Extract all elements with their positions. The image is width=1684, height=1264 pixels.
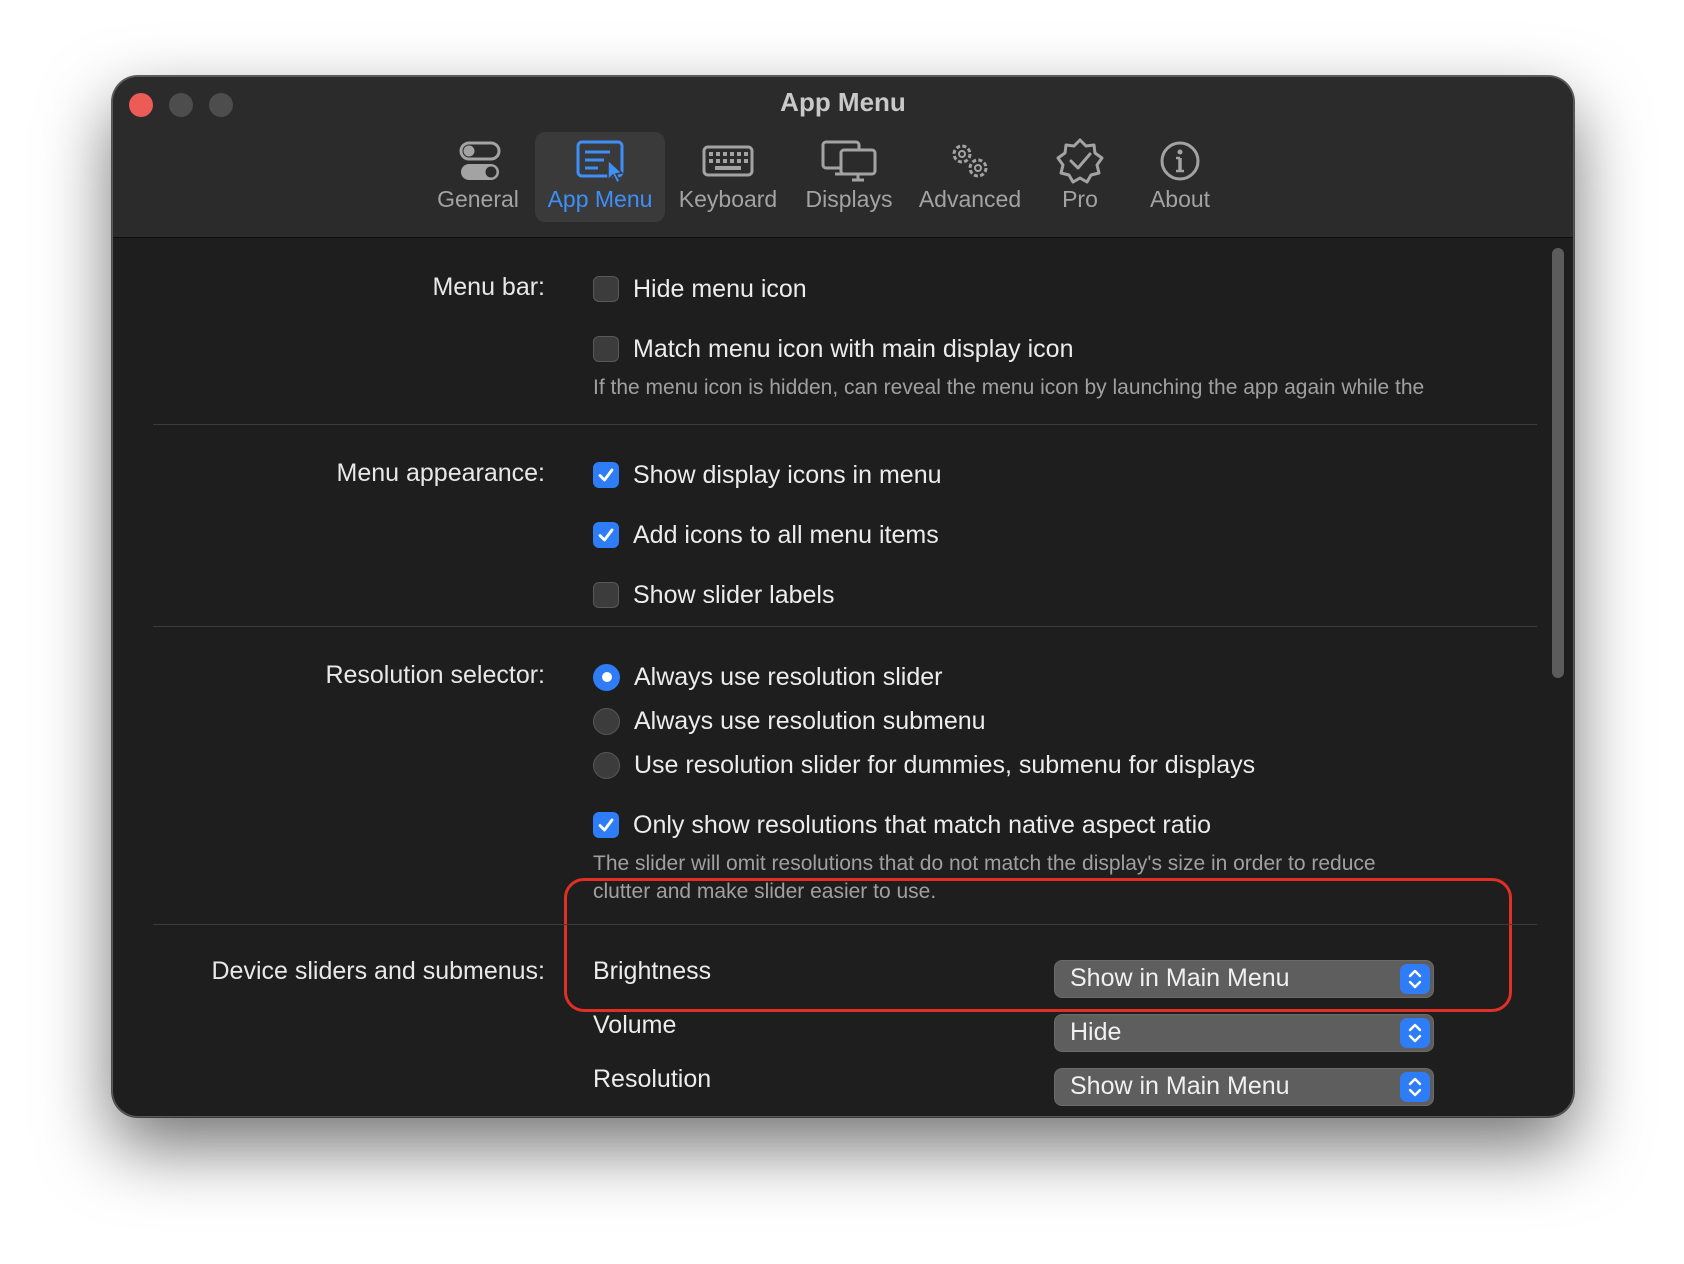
tab-general[interactable]: General	[418, 132, 538, 222]
resolution-label: Resolution	[593, 1065, 712, 1093]
volume-label: Volume	[593, 1011, 677, 1039]
tab-advanced[interactable]: Advanced	[905, 132, 1035, 222]
tab-displays[interactable]: Displays	[793, 132, 905, 222]
show-slider-labels-checkbox[interactable]	[593, 582, 619, 608]
device-sliders-label: Device sliders and submenus:	[211, 957, 546, 985]
tab-label: Keyboard	[678, 186, 778, 212]
option-label: Only show resolutions that match native …	[633, 810, 1212, 839]
option-label: Use resolution slider for dummies, subme…	[634, 750, 1256, 779]
gears-icon	[952, 144, 988, 178]
show-slider-labels-option[interactable]: Show slider labels	[593, 579, 835, 611]
resolution-popup[interactable]: Show in Main Menu	[1054, 1068, 1434, 1106]
keyboard-icon	[702, 145, 754, 177]
option-label: Add icons to all menu items	[633, 520, 939, 549]
radio-button[interactable]	[593, 751, 620, 779]
tab-label: Pro	[1062, 186, 1098, 212]
menu-bar-label: Menu bar:	[432, 273, 545, 301]
show-display-icons-option[interactable]: Show display icons in menu	[593, 459, 942, 491]
toolbar: General App Menu Keyboard Displays Advan…	[113, 132, 1573, 224]
volume-popup[interactable]: Hide	[1054, 1014, 1434, 1052]
option-label: Hide menu icon	[633, 274, 807, 303]
preferences-window: App Menu General App Menu Keyboard Displ…	[112, 76, 1574, 1117]
option-label: Show slider labels	[633, 580, 835, 609]
option-label: Always use resolution slider	[634, 662, 943, 691]
resolution-option-mixed[interactable]: Use resolution slider for dummies, subme…	[593, 749, 1255, 781]
native-aspect-hint-line1: The slider will omit resolutions that do…	[593, 852, 1376, 875]
radio-dot	[601, 672, 612, 682]
tab-keyboard[interactable]: Keyboard	[663, 132, 793, 222]
checkmark-icon	[598, 528, 614, 542]
checkmark-icon	[598, 818, 614, 832]
popup-value: Show in Main Menu	[1070, 1072, 1290, 1100]
option-label: Match menu icon with main display icon	[633, 334, 1074, 363]
match-menu-icon-option[interactable]: Match menu icon with main display icon	[593, 333, 1073, 365]
radio-button[interactable]	[593, 663, 620, 691]
checkmark-icon	[598, 468, 614, 482]
resolution-selector-label: Resolution selector:	[325, 661, 545, 689]
chevron-updown-icon	[1400, 964, 1430, 994]
popup-value: Hide	[1070, 1018, 1122, 1046]
app-menu-icon	[576, 140, 624, 184]
title-bar: App Menu General App Menu Keyboard Displ…	[113, 77, 1573, 238]
tab-label: About	[1149, 186, 1211, 212]
brightness-popup[interactable]: Show in Main Menu	[1054, 960, 1434, 998]
popup-value: Show in Main Menu	[1070, 964, 1290, 992]
add-icons-all-checkbox[interactable]	[593, 522, 619, 548]
tab-label: Displays	[805, 186, 893, 212]
section-divider	[153, 424, 1537, 425]
hide-menu-icon-option[interactable]: Hide menu icon	[593, 273, 807, 305]
chevron-updown-icon	[1400, 1072, 1430, 1102]
option-label: Always use resolution submenu	[634, 706, 986, 735]
radio-button[interactable]	[593, 707, 620, 735]
toggle-switches-icon	[459, 141, 501, 180]
section-divider	[153, 924, 1537, 925]
tab-label: App Menu	[547, 186, 653, 212]
window-title: App Menu	[780, 87, 906, 117]
option-label: Show display icons in menu	[633, 460, 942, 489]
resolution-option-submenu[interactable]: Always use resolution submenu	[593, 705, 986, 737]
menu-icon-hint: If the menu icon is hidden, can reveal t…	[593, 376, 1425, 399]
info-icon	[1160, 141, 1200, 181]
show-display-icons-checkbox[interactable]	[593, 462, 619, 488]
tab-label: Advanced	[918, 186, 1022, 212]
brightness-label: Brightness	[593, 957, 712, 985]
add-icons-all-option[interactable]: Add icons to all menu items	[593, 519, 939, 551]
tab-pro[interactable]: Pro	[1035, 132, 1125, 222]
pro-badge-icon	[1056, 138, 1104, 184]
vertical-scrollbar[interactable]	[1552, 248, 1564, 678]
match-menu-icon-checkbox[interactable]	[593, 336, 619, 362]
hide-menu-icon-checkbox[interactable]	[593, 276, 619, 302]
native-aspect-hint-line2: clutter and make slider easier to use.	[593, 880, 937, 903]
section-divider	[153, 626, 1537, 627]
native-aspect-option[interactable]: Only show resolutions that match native …	[593, 809, 1211, 841]
tab-app-menu[interactable]: App Menu	[535, 132, 665, 222]
resolution-option-slider[interactable]: Always use resolution slider	[593, 661, 942, 693]
tab-label: General	[437, 186, 519, 212]
menu-appearance-label: Menu appearance:	[336, 459, 545, 487]
tab-about[interactable]: About	[1125, 132, 1235, 222]
native-aspect-checkbox[interactable]	[593, 812, 619, 838]
displays-icon	[821, 140, 877, 182]
settings-pane: Menu bar: Hide menu icon Match menu icon…	[113, 238, 1573, 1116]
chevron-updown-icon	[1400, 1018, 1430, 1048]
